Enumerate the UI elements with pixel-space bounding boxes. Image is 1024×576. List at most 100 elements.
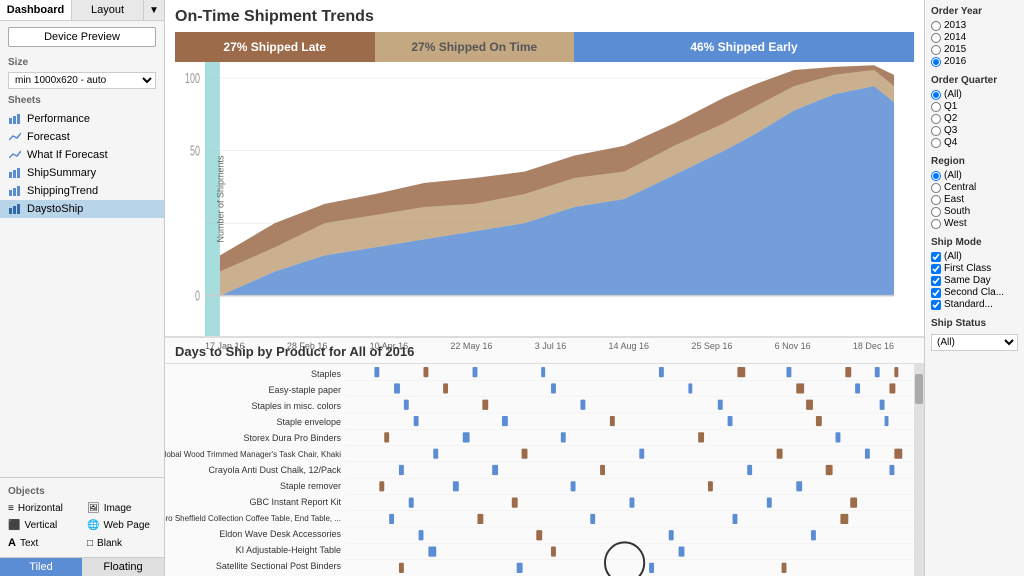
object-webpage-label: Web Page <box>103 520 150 531</box>
x-label-9: 18 Dec 16 <box>853 341 894 351</box>
x-label-3: 10 Apr 16 <box>370 341 409 351</box>
ship-status-select[interactable]: (All) <box>931 334 1018 351</box>
shipmode-secondclass-checkbox[interactable] <box>931 288 941 298</box>
region-west-item[interactable]: West <box>931 218 1018 229</box>
object-image-label: Image <box>104 503 132 514</box>
image-icon: 🖼 <box>87 503 100 514</box>
chart-title: On-Time Shipment Trends <box>175 8 914 26</box>
quarter-q2-item[interactable]: Q2 <box>931 113 1018 124</box>
sheet-whatifforecast[interactable]: What If Forecast <box>0 146 164 164</box>
region-south-radio[interactable] <box>931 207 941 217</box>
bar-shipped-early: 46% Shipped Early <box>574 32 914 62</box>
object-vertical[interactable]: ⬛ Vertical <box>4 518 81 533</box>
quarter-all-radio[interactable] <box>931 90 941 100</box>
year-2015-item[interactable]: 2015 <box>931 44 1018 55</box>
object-blank-label: Blank <box>97 538 122 549</box>
bar-shipped-ontime: 27% Shipped On Time <box>375 32 575 62</box>
sheet-daystoship[interactable]: DaystoShip <box>0 200 164 218</box>
year-2014-item[interactable]: 2014 <box>931 32 1018 43</box>
sheet-shippingtrend-label: ShippingTrend <box>27 185 98 197</box>
blank-icon: □ <box>87 538 93 549</box>
quarter-q3-item[interactable]: Q3 <box>931 125 1018 136</box>
tab-layout[interactable]: Layout <box>72 0 144 20</box>
shipmode-firstclass-item[interactable]: First Class <box>931 263 1018 274</box>
shipmode-secondclass-item[interactable]: Second Cla... <box>931 287 1018 298</box>
stacked-bar: 27% Shipped Late 27% Shipped On Time 46%… <box>175 32 914 62</box>
quarter-q4-item[interactable]: Q4 <box>931 137 1018 148</box>
device-preview-button[interactable]: Device Preview <box>8 27 156 47</box>
quarter-q3-radio[interactable] <box>931 126 941 136</box>
product-storex: Storex Dura Pro Binders <box>165 430 345 446</box>
horizontal-icon: ≡ <box>8 503 14 514</box>
shipmode-sameday-checkbox[interactable] <box>931 276 941 286</box>
shipmode-standard-checkbox[interactable] <box>931 300 941 310</box>
ship-status-label: Ship Status <box>931 318 1018 329</box>
region-central-item[interactable]: Central <box>931 182 1018 193</box>
year-2013-item[interactable]: 2013 <box>931 20 1018 31</box>
year-2014-radio[interactable] <box>931 33 941 43</box>
sheet-shippingtrend[interactable]: ShippingTrend <box>0 182 164 200</box>
region-central-radio[interactable] <box>931 183 941 193</box>
size-select[interactable]: min 1000x620 - auto <box>8 72 156 89</box>
product-gbc: GBC Instant Report Kit <box>165 494 345 510</box>
object-image[interactable]: 🖼 Image <box>83 501 160 516</box>
quarter-all-item[interactable]: (All) <box>931 89 1018 100</box>
x-label-8: 6 Nov 16 <box>775 341 811 351</box>
quarter-q4-radio[interactable] <box>931 138 941 148</box>
shipmode-firstclass-checkbox[interactable] <box>931 264 941 274</box>
shipmode-sameday-label: Same Day <box>944 275 991 286</box>
x-axis-labels: 17 Jan 16 28 Feb 16 10 Apr 16 22 May 16 … <box>175 339 914 353</box>
region-south-item[interactable]: South <box>931 206 1018 217</box>
year-2013-radio[interactable] <box>931 21 941 31</box>
product-global-wood: Global Wood Trimmed Manager's Task Chair… <box>165 446 345 462</box>
floating-button[interactable]: Floating <box>82 558 164 576</box>
shipmode-sameday-item[interactable]: Same Day <box>931 275 1018 286</box>
year-2016-item[interactable]: 2016 <box>931 56 1018 67</box>
sheet-shipsummary[interactable]: ShipSummary <box>0 164 164 182</box>
quarter-q2-radio[interactable] <box>931 114 941 124</box>
size-label: Size <box>0 53 164 70</box>
year-2013-label: 2013 <box>944 20 966 31</box>
region-east-item[interactable]: East <box>931 194 1018 205</box>
object-text[interactable]: A Text <box>4 535 81 551</box>
region-east-radio[interactable] <box>931 195 941 205</box>
region-south-label: South <box>944 206 970 217</box>
region-west-radio[interactable] <box>931 219 941 229</box>
shipmode-standard-item[interactable]: Standard... <box>931 299 1018 310</box>
line-chart-icon <box>8 130 22 144</box>
quarter-q3-label: Q3 <box>944 125 957 136</box>
object-horizontal[interactable]: ≡ Horizontal <box>4 501 81 516</box>
shipmode-all-item[interactable]: (All) <box>931 251 1018 262</box>
line-chart2-icon <box>8 148 22 162</box>
tiled-button[interactable]: Tiled <box>0 558 82 576</box>
year-2015-radio[interactable] <box>931 45 941 55</box>
product-ki: KI Adjustable-Height Table <box>165 542 345 558</box>
region-all-item[interactable]: (All) <box>931 170 1018 181</box>
sidebar-tabs: Dashboard Layout ▼ <box>0 0 164 21</box>
region-all-radio[interactable] <box>931 171 941 181</box>
sheet-forecast[interactable]: Forecast <box>0 128 164 146</box>
object-blank[interactable]: □ Blank <box>83 535 160 551</box>
sheet-forecast-label: Forecast <box>27 131 70 143</box>
quarter-q1-item[interactable]: Q1 <box>931 101 1018 112</box>
object-horizontal-label: Horizontal <box>18 503 63 514</box>
sheet-performance[interactable]: Performance <box>0 110 164 128</box>
settings-icon[interactable]: ▼ <box>144 0 164 20</box>
vertical-scrollbar[interactable] <box>914 364 924 576</box>
shipmode-all-checkbox[interactable] <box>931 252 941 262</box>
scatter-chart-svg <box>345 364 914 576</box>
x-label-1: 17 Jan 16 <box>205 341 245 351</box>
tab-dashboard[interactable]: Dashboard <box>0 0 72 20</box>
scrollbar-thumb[interactable] <box>915 374 923 404</box>
quarter-q1-radio[interactable] <box>931 102 941 112</box>
product-labels: Staples Easy-staple paper Staples in mis… <box>165 364 345 576</box>
filter-panel: Order Year 2013 2014 2015 2016 Order Qua… <box>924 0 1024 576</box>
main-content: On-Time Shipment Trends 27% Shipped Late… <box>165 0 924 576</box>
object-webpage[interactable]: 🌐 Web Page <box>83 518 160 533</box>
bar-chart-icon <box>8 112 22 126</box>
sheet-performance-label: Performance <box>27 113 90 125</box>
area-chart-container: Number of Shipments 100 50 0 <box>175 62 914 336</box>
order-year-filter: Order Year 2013 2014 2015 2016 <box>931 6 1018 67</box>
product-easy-staple: Easy-staple paper <box>165 382 345 398</box>
year-2016-radio[interactable] <box>931 57 941 67</box>
